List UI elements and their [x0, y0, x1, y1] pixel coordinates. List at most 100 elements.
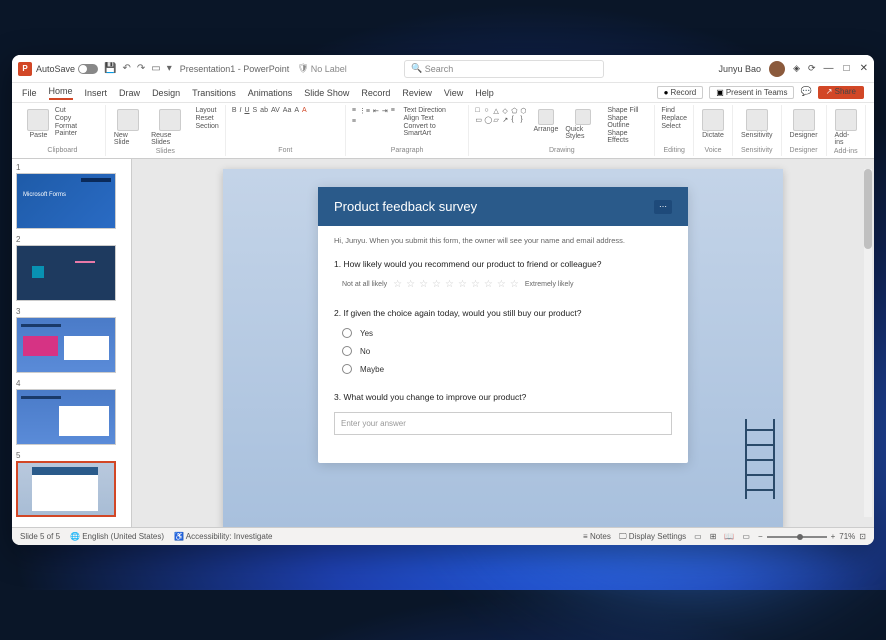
tab-design[interactable]: Design [152, 88, 180, 98]
shapes-gallery[interactable]: □○△◇⬠⬡ ▭◯▱↗{} [475, 107, 528, 124]
select-button[interactable]: Select [661, 123, 687, 130]
thumbnail-3[interactable]: 3 [16, 307, 127, 373]
zoom-controls[interactable]: − + 71% ⊡ [758, 532, 866, 541]
zoom-out-button[interactable]: − [758, 532, 763, 541]
find-button[interactable]: Find [661, 107, 687, 114]
form-menu-button[interactable]: ⋯ [654, 200, 672, 214]
undo-icon[interactable]: ↶ [122, 63, 130, 74]
record-button[interactable]: ● Record [657, 86, 704, 99]
display-settings-button[interactable]: 🖵 Display Settings [619, 532, 686, 542]
close-button[interactable]: ✕ [860, 63, 868, 74]
tab-animations[interactable]: Animations [248, 88, 293, 98]
format-painter-button[interactable]: Format Painter [55, 123, 99, 137]
shadow-button[interactable]: ab [260, 107, 268, 114]
indent-inc-button[interactable]: ⇥ [382, 107, 388, 115]
replace-button[interactable]: Replace [661, 115, 687, 122]
zoom-in-button[interactable]: + [831, 532, 836, 541]
arrange-button[interactable]: Arrange [532, 107, 559, 135]
tab-slideshow[interactable]: Slide Show [304, 88, 349, 98]
star-icon[interactable]: ☆ [406, 279, 415, 290]
shape-fill-button[interactable]: Shape Fill [607, 107, 648, 114]
shape-outline-button[interactable]: Shape Outline [607, 115, 648, 129]
shape-effects-button[interactable]: Shape Effects [607, 130, 648, 144]
reuse-slides-button[interactable]: Reuse Slides [149, 107, 191, 148]
username[interactable]: Junyu Bao [719, 64, 762, 74]
tab-review[interactable]: Review [402, 88, 432, 98]
paste-button[interactable]: Paste [26, 107, 51, 141]
section-button[interactable]: Section [195, 123, 218, 130]
tab-home[interactable]: Home [49, 86, 73, 100]
tab-draw[interactable]: Draw [119, 88, 140, 98]
tab-insert[interactable]: Insert [85, 88, 108, 98]
thumbnail-4[interactable]: 4 [16, 379, 127, 445]
star-rating[interactable]: ☆☆☆☆☆☆☆☆☆☆ [393, 279, 519, 290]
slide-counter[interactable]: Slide 5 of 5 [20, 532, 60, 541]
tab-transitions[interactable]: Transitions [192, 88, 236, 98]
thumbnail-2[interactable]: 2 [16, 235, 127, 301]
sensitivity-label[interactable]: 🛡 No Label [297, 63, 346, 74]
radio-maybe[interactable]: Maybe [342, 364, 672, 374]
autosave-toggle[interactable]: AutoSave [36, 64, 98, 74]
tab-file[interactable]: File [22, 88, 37, 98]
designer-button[interactable]: Designer [788, 107, 820, 141]
zoom-level[interactable]: 71% [839, 532, 855, 541]
thumbnail-5[interactable]: 5 [16, 451, 127, 517]
toggle-switch[interactable] [78, 64, 98, 74]
star-icon[interactable]: ☆ [510, 279, 519, 290]
star-icon[interactable]: ☆ [497, 279, 506, 290]
normal-view-button[interactable]: ▭ [694, 532, 702, 541]
strike-button[interactable]: S [253, 107, 258, 114]
font-color-button[interactable]: A [302, 107, 307, 114]
sync-icon[interactable]: ⟳ [808, 63, 816, 74]
share-button[interactable]: ↗ Share [818, 86, 864, 99]
radio-no[interactable]: No [342, 346, 672, 356]
sorter-view-button[interactable]: ⊞ [710, 532, 717, 541]
tab-record[interactable]: Record [361, 88, 390, 98]
slide-thumbnails[interactable]: 1 Microsoft Forms 2 3 4 5 [12, 159, 132, 527]
redo-icon[interactable]: ↷ [137, 63, 145, 74]
star-icon[interactable]: ☆ [484, 279, 493, 290]
current-slide[interactable]: Product feedback survey ⋯ Hi, Junyu. Whe… [223, 169, 783, 527]
thumbnail-1[interactable]: 1 Microsoft Forms [16, 163, 127, 229]
reading-view-button[interactable]: 📖 [724, 532, 734, 541]
sensitivity-button[interactable]: Sensitivity [739, 107, 775, 141]
maximize-button[interactable]: □ [844, 63, 850, 74]
indent-dec-button[interactable]: ⇤ [373, 107, 379, 115]
slideshow-view-button[interactable]: ▭ [742, 532, 750, 541]
align-center-button[interactable]: ≡ [352, 118, 356, 125]
forms-survey-card[interactable]: Product feedback survey ⋯ Hi, Junyu. Whe… [318, 187, 688, 463]
dictate-button[interactable]: Dictate [700, 107, 726, 141]
layout-button[interactable]: Layout [195, 107, 218, 114]
avatar[interactable] [769, 61, 785, 77]
text-direction-button[interactable]: Text Direction [403, 107, 462, 114]
radio-yes[interactable]: Yes [342, 328, 672, 338]
fit-button[interactable]: ⊡ [859, 532, 866, 541]
copy-button[interactable]: Copy [55, 115, 99, 122]
minimize-button[interactable]: — [824, 63, 834, 74]
case-button[interactable]: Aa [283, 107, 292, 114]
tab-help[interactable]: Help [475, 88, 494, 98]
cut-button[interactable]: Cut [55, 107, 99, 114]
zoom-slider[interactable] [767, 536, 827, 538]
slide-canvas[interactable]: Product feedback survey ⋯ Hi, Junyu. Whe… [132, 159, 874, 527]
bold-button[interactable]: B [232, 107, 237, 114]
save-icon[interactable]: 💾 [104, 63, 116, 74]
star-icon[interactable]: ☆ [432, 279, 441, 290]
align-left-button[interactable]: ≡ [391, 107, 395, 115]
canvas-scrollbar[interactable] [864, 169, 872, 517]
language-selector[interactable]: 🌐 English (United States) [70, 532, 164, 541]
search-input[interactable]: 🔍 Search [404, 60, 604, 78]
reset-button[interactable]: Reset [195, 115, 218, 122]
slideshow-icon[interactable]: ▭ [151, 63, 160, 74]
star-icon[interactable]: ☆ [445, 279, 454, 290]
spacing-button[interactable]: AV [271, 107, 280, 114]
addins-button[interactable]: Add-ins [833, 107, 859, 148]
star-icon[interactable]: ☆ [458, 279, 467, 290]
star-icon[interactable]: ☆ [419, 279, 428, 290]
notes-button[interactable]: ≡ Notes [583, 532, 611, 541]
bullets-button[interactable]: ≡ [352, 107, 356, 115]
smartart-button[interactable]: Convert to SmartArt [403, 123, 462, 137]
answer-input[interactable]: Enter your answer [334, 412, 672, 435]
italic-button[interactable]: I [239, 107, 241, 114]
numbering-button[interactable]: ⋮≡ [359, 107, 370, 115]
